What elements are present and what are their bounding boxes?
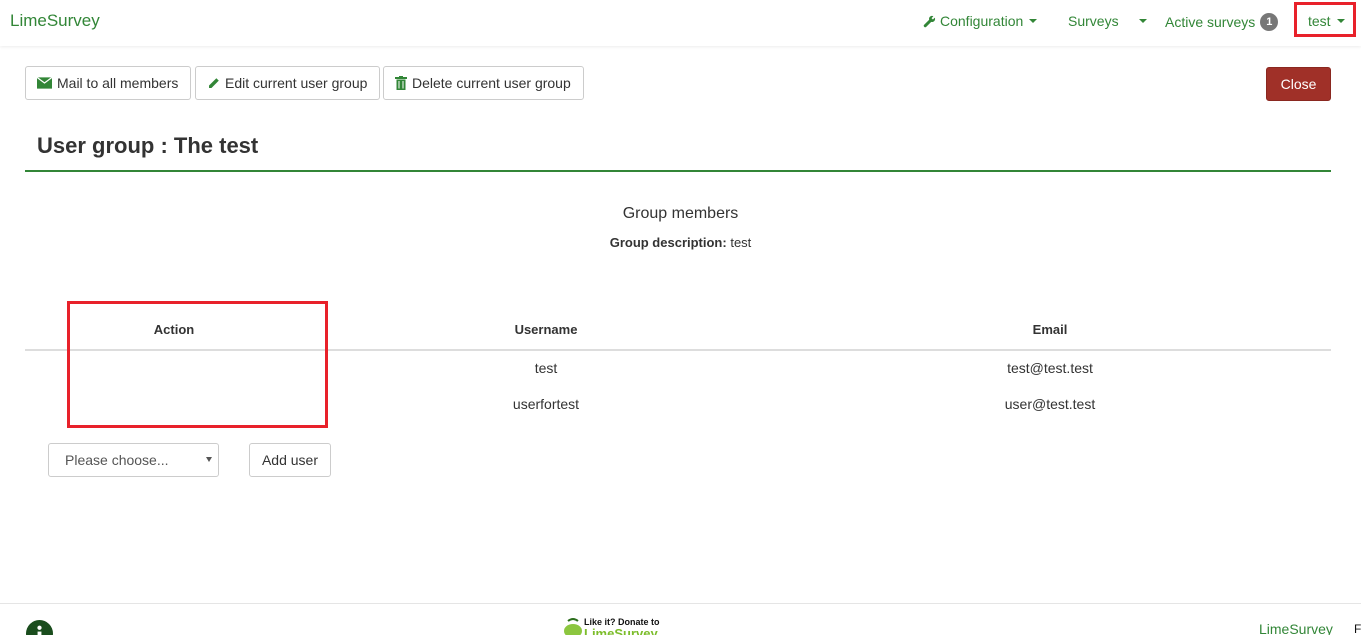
section-title: Group members (622, 205, 739, 222)
nav-user-menu[interactable]: test (1308, 13, 1345, 29)
nav-configuration-label: Configuration (940, 13, 1024, 29)
active-surveys-badge: 1 (1260, 13, 1279, 31)
donate-banner[interactable]: Like it? Donate to LimeSurvey (562, 617, 672, 635)
table-cell-email: test@test.test (1007, 360, 1093, 376)
delete-user-group-button[interactable]: Delete current user group (383, 66, 584, 100)
title-divider (25, 170, 1331, 172)
add-user-button[interactable]: Add user (249, 443, 331, 477)
table-cell-username: userfortest (512, 396, 580, 412)
donate-brand: LimeSurvey (584, 626, 658, 635)
trash-icon (395, 76, 407, 90)
chevron-down-icon (1336, 19, 1345, 23)
footer-limesurvey-link[interactable]: LimeSurvey (1259, 621, 1333, 635)
page-title: User group : The test (37, 133, 259, 158)
chevron-down-icon (206, 457, 212, 462)
envelope-icon (37, 77, 52, 89)
group-description-value: test (730, 235, 752, 250)
lime-logo-icon (564, 618, 582, 635)
top-navbar: LimeSurvey Configuration Surveys Active … (0, 0, 1361, 46)
wrench-icon (923, 15, 936, 27)
nav-surveys-label: Surveys (1068, 13, 1119, 29)
table-cell-email: user@test.test (1004, 396, 1096, 412)
table-cell-username: test (534, 360, 558, 376)
close-button[interactable]: Close (1266, 67, 1331, 101)
user-select[interactable]: Please choose... (48, 443, 219, 477)
nav-active-surveys[interactable]: Active surveys 1 (1165, 13, 1279, 31)
footer-edge-text: F (1354, 622, 1361, 635)
mail-all-members-button[interactable]: Mail to all members (25, 66, 191, 100)
info-icon[interactable] (26, 620, 53, 635)
mail-all-members-label: Mail to all members (57, 75, 179, 91)
pencil-icon (209, 77, 219, 88)
nav-configuration[interactable]: Configuration (923, 13, 1038, 29)
group-description-label: Group description: (609, 235, 727, 250)
delete-user-group-label: Delete current user group (412, 75, 571, 91)
brand-link[interactable]: LimeSurvey (10, 11, 100, 31)
chevron-down-icon (1029, 19, 1038, 23)
action-column-highlight (67, 301, 328, 428)
group-description: Group description: test (0, 235, 1361, 250)
footer: Like it? Donate to LimeSurvey LimeSurvey… (0, 603, 1361, 635)
nav-active-surveys-label: Active surveys (1165, 14, 1256, 30)
edit-user-group-button[interactable]: Edit current user group (195, 66, 380, 100)
user-select-value: Please choose... (65, 452, 169, 468)
nav-surveys[interactable]: Surveys (1068, 13, 1147, 29)
column-header-username: Username (514, 322, 578, 337)
edit-user-group-label: Edit current user group (225, 75, 368, 91)
chevron-down-icon (1138, 19, 1147, 23)
column-header-email: Email (1032, 322, 1068, 337)
nav-user-label: test (1308, 13, 1331, 29)
